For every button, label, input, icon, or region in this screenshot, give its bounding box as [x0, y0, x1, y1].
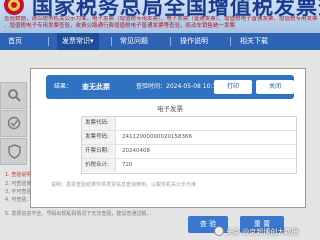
site-subtitle: 查验数据，请以税务机关公示为准。电子发票（增值税专用发票）、电子发票（普通发票）…	[4, 16, 320, 30]
close-button[interactable]: 关闭	[256, 80, 294, 94]
chevron-down-icon: ▾	[90, 37, 94, 45]
main-nav: 首页 发票常识▾ 常见问题 操作说明 相关下载	[0, 33, 320, 50]
watermark-logo-icon	[214, 226, 224, 236]
sidebar-tile-shield[interactable]	[0, 138, 27, 165]
query-time-label: 查验时间：	[136, 83, 167, 90]
sidebar-tile-search[interactable]	[0, 82, 27, 109]
result-dialog-header: 结果： 查无此票 查验时间： 2024-05-08 10:13:59 打印 关闭	[46, 75, 294, 99]
field-value: 720	[122, 162, 133, 168]
notice-line: 5. 发票信息不全、号码出现乱码情况下无法查验，建议您通过税...	[5, 211, 152, 217]
tax-emblem-icon	[4, 0, 24, 15]
invoice-info-table: 发票代码: 发票号码: 24112000000020158366 开票日期: 2…	[81, 116, 297, 174]
field-label: 价税合计:	[82, 159, 116, 172]
print-button[interactable]: 打印	[214, 80, 252, 94]
nav-invoice-knowledge[interactable]: 发票常识▾	[57, 33, 99, 50]
site-banner: 国家税务总局全国增值税发票查验平台 查验数据，请以税务机关公示为准。电子发票（增…	[0, 0, 320, 33]
table-row: 发票号码: 24112000000020158366	[82, 131, 296, 145]
field-label: 开票日期:	[82, 145, 116, 158]
nav-separator	[230, 37, 231, 46]
table-row: 价税合计: 720	[82, 159, 296, 173]
nav-separator	[170, 37, 171, 46]
nav-faq[interactable]: 常见问题	[120, 33, 148, 50]
nav-separator	[48, 37, 49, 46]
sidebar-tile-verify[interactable]	[0, 110, 27, 137]
nav-home[interactable]: 首页	[8, 33, 22, 50]
invoice-type-title: 电子发票	[157, 105, 183, 113]
search-icon	[8, 89, 21, 102]
nav-downloads[interactable]: 相关下载	[240, 33, 268, 50]
result-label: 结果：	[54, 83, 73, 90]
field-label: 发票代码:	[82, 117, 116, 130]
table-row: 发票代码:	[82, 117, 296, 131]
result-note: 说明：发票查验结果仅供发票信息查询使用，以税务机关公示为准	[51, 182, 197, 188]
result-value: 查无此票	[82, 83, 110, 91]
table-row: 开票日期: 20240408	[82, 145, 296, 159]
shield-icon	[8, 144, 21, 159]
watermark: 头条 @京超博创大数据	[226, 228, 299, 236]
result-dialog: 结果： 查无此票 查验时间： 2024-05-08 10:13:59 打印 关闭…	[30, 68, 306, 208]
notice-line: 4. 可查验...	[5, 197, 32, 203]
site-subtitle-line-1: 查验数据，请以税务机关公示为准。电子发票（增值税专用发票）、电子发票（普通发票）…	[4, 16, 320, 22]
nav-invoice-knowledge-label: 发票常识	[62, 37, 90, 45]
field-label: 发票号码:	[82, 131, 116, 144]
nav-instructions[interactable]: 操作说明	[180, 33, 208, 50]
field-value: 20240408	[122, 148, 150, 154]
field-value: 24112000000020158366	[122, 134, 192, 140]
site-subtitle-line-2: 、增值税电子专用发票查验，收费公路通行费增值税电子普通发票等查验，机动车销售统一…	[4, 23, 236, 29]
nav-separator	[111, 37, 112, 46]
edit-check-icon	[7, 116, 21, 130]
